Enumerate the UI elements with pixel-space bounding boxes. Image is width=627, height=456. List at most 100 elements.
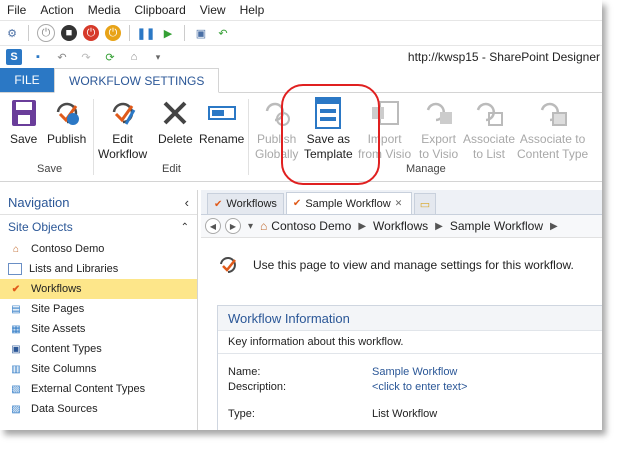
doc-tab-label: Workflows [226, 198, 277, 210]
data-sources-icon: ▨ [11, 403, 21, 415]
stop-icon[interactable]: ■ [61, 25, 77, 41]
intro: Use this page to view and manage setting… [217, 254, 574, 276]
checkpoint-icon[interactable]: ▣ [193, 25, 209, 41]
edit-workflow-icon [108, 97, 138, 129]
redo-icon[interactable]: ↷ [78, 49, 94, 65]
close-tab-icon[interactable]: ✕ [395, 198, 405, 209]
browse-icon[interactable]: ⌂ [126, 49, 142, 65]
pause-icon[interactable]: ❚❚ [137, 25, 155, 41]
group-divider [93, 99, 94, 175]
associate-to-content-type-button[interactable]: Associate to Content Type [517, 97, 588, 162]
doc-tab-workflows[interactable]: ✔ Workflows [207, 193, 284, 214]
breadcrumb: ◀ ▶ ▾ ⌂ Contoso Demo ▶ Workflows ▶ Sampl… [201, 215, 602, 238]
menu-view[interactable]: View [193, 3, 233, 17]
customize-qat-icon[interactable]: ▾ [150, 49, 166, 65]
breadcrumb-item-workflows[interactable]: Workflows [373, 219, 428, 233]
associate-to-list-button[interactable]: Associate to List [463, 97, 515, 162]
site-objects-header[interactable]: Site Objects ⌃ [0, 215, 197, 239]
nav-item-data-sources[interactable]: ▨ Data Sources [0, 399, 197, 419]
delete-x-icon [161, 97, 189, 129]
edit-workflow-label-1: Edit [112, 132, 133, 146]
rename-icon [207, 97, 237, 129]
rename-button[interactable]: Rename [199, 97, 244, 147]
menu-action[interactable]: Action [33, 3, 80, 17]
collapse-nav-icon[interactable]: ‹ [185, 195, 189, 210]
save-button[interactable]: Save [10, 97, 37, 147]
nav-item-workflows[interactable]: ✔ Workflows [0, 279, 197, 299]
rename-label: Rename [199, 132, 245, 146]
revert-icon[interactable]: ↶ [215, 25, 231, 41]
export-to-visio-button[interactable]: Export to Visio [419, 97, 458, 162]
nav-item-content-types[interactable]: ▣ Content Types [0, 339, 197, 359]
menu-clipboard[interactable]: Clipboard [127, 3, 192, 17]
description-value[interactable]: <click to enter text> [372, 381, 467, 393]
info-subtitle: Key information about this workflow. [218, 331, 602, 354]
site-home-icon: ⌂ [12, 243, 20, 255]
save-icon[interactable]: ▪ [30, 49, 46, 65]
doc-tab-sample-workflow[interactable]: ✔ Sample Workflow ✕ [285, 192, 412, 214]
toolbar-divider [184, 25, 185, 41]
nav-item-label: External Content Types [31, 383, 146, 395]
name-row: Name: Sample Workflow [218, 364, 602, 379]
content-types-icon: ▣ [11, 343, 21, 355]
group-edit-label: Edit [162, 163, 181, 175]
power-icon[interactable]: ⏻ [105, 25, 121, 41]
delete-button[interactable]: Delete [158, 97, 193, 147]
nav-item-contoso-demo[interactable]: ⌂ Contoso Demo [0, 239, 197, 259]
nav-item-label: Workflows [31, 283, 82, 295]
main-content: ✔ Workflows ✔ Sample Workflow ✕ ▭ ◀ ▶ ▾ … [201, 190, 602, 430]
menu-bar: File Action Media Clipboard View Help [0, 0, 602, 21]
navigation-header: Navigation ‹ [0, 190, 197, 215]
nav-item-label: Contoso Demo [31, 243, 105, 255]
nav-item-external-content-types[interactable]: ▧ External Content Types [0, 379, 197, 399]
site-objects-title: Site Objects [8, 220, 73, 234]
edit-workflow-label-2: Workflow [98, 147, 148, 161]
back-icon[interactable]: ◀ [205, 218, 221, 234]
site-columns-icon: ▥ [11, 363, 21, 375]
app-window: File Action Media Clipboard View Help ⚙ … [0, 0, 602, 430]
shutdown-icon[interactable]: ⏻ [83, 25, 99, 41]
chevron-down-icon[interactable]: ▾ [248, 221, 253, 232]
group-manage-label: Manage [406, 163, 446, 175]
associate-content-type-icon [538, 97, 568, 129]
power-off-icon[interactable]: ⏻ [37, 24, 55, 42]
type-row: Type: List Workflow [218, 406, 602, 421]
menu-file[interactable]: File [0, 3, 33, 17]
nav-item-site-pages[interactable]: ▤ Site Pages [0, 299, 197, 319]
new-tab-button[interactable]: ▭ [413, 193, 437, 214]
name-label: Name: [228, 365, 261, 378]
toolbar-divider [28, 25, 29, 41]
menu-media[interactable]: Media [81, 3, 128, 17]
nav-item-lists-and-libraries[interactable]: Lists and Libraries [0, 259, 197, 279]
menu-help[interactable]: Help [233, 3, 272, 17]
workflow-icon: ✔ [214, 198, 223, 210]
tab-file[interactable]: FILE [0, 68, 54, 92]
site-assets-icon: ▦ [11, 323, 21, 335]
site-pages-icon: ▤ [11, 303, 21, 315]
spd-logo-icon: S [6, 49, 22, 65]
workflow-information-panel: Workflow Information Key information abo… [217, 305, 602, 430]
ctrl-alt-del-icon[interactable]: ⚙ [4, 25, 20, 41]
nav-item-label: Site Pages [31, 303, 85, 315]
name-value[interactable]: Sample Workflow [372, 366, 457, 378]
publish-label: Publish [47, 132, 87, 146]
quick-access-toolbar: S ▪ ↶ ↷ ⟳ ⌂ ▾ http://kwsp15 - SharePoint… [0, 46, 602, 68]
undo-icon[interactable]: ↶ [54, 49, 70, 65]
publish-button[interactable]: Publish [47, 97, 86, 147]
play-icon[interactable]: ▶ [160, 25, 176, 41]
nav-item-site-columns[interactable]: ▥ Site Columns [0, 359, 197, 379]
navigation-pane: Navigation ‹ Site Objects ⌃ ⌂ Contoso De… [0, 190, 198, 430]
forward-icon[interactable]: ▶ [225, 218, 241, 234]
assoc-ct-label-2: Content Type [517, 147, 589, 161]
list-icon [8, 263, 22, 275]
refresh-icon[interactable]: ⟳ [102, 49, 118, 65]
tab-workflow-settings[interactable]: WORKFLOW SETTINGS [54, 68, 220, 93]
associate-list-icon [474, 97, 504, 129]
edit-workflow-button[interactable]: Edit Workflow [98, 97, 147, 162]
breadcrumb-item-sample-workflow[interactable]: Sample Workflow [450, 219, 543, 233]
nav-item-label: Lists and Libraries [29, 263, 119, 275]
nav-item-site-assets[interactable]: ▦ Site Assets [0, 319, 197, 339]
chevron-right-icon: ▶ [550, 220, 558, 232]
chevron-right-icon: ▶ [358, 220, 367, 232]
breadcrumb-item-contoso-demo[interactable]: Contoso Demo [271, 219, 351, 233]
